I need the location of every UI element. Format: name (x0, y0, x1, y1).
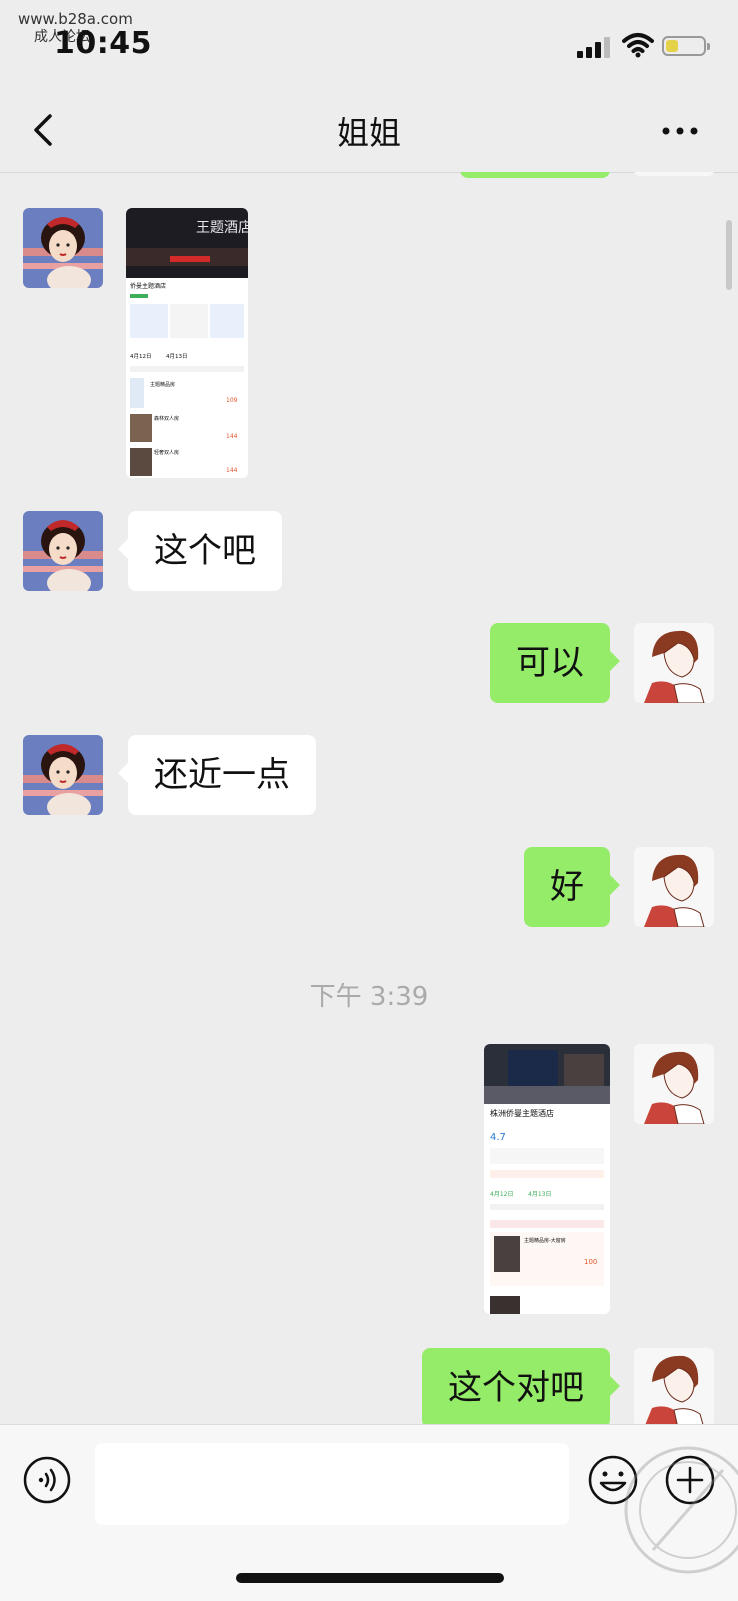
date-to-small: 4月13日 (166, 353, 188, 360)
price1-small: 109 (226, 397, 238, 404)
battery-fill (666, 40, 678, 52)
room2-small: 森林双人房 (154, 415, 179, 422)
message-bubble-outgoing[interactable]: 这个对吧 (422, 1348, 620, 1424)
message-row: 好 (0, 847, 738, 927)
message-row: 株洲侨曼主题酒店 4.7 4月12日 4月13日 主题精品房-大窗房 100 (0, 1044, 738, 1314)
avatar-sister[interactable] (23, 208, 103, 288)
message-row: 这个对吧 (0, 1348, 738, 1424)
room1-small: 主题精品房-大窗房 (524, 1237, 566, 1244)
nav-bar: 姐姐 (0, 90, 738, 173)
avatar-me[interactable] (634, 1348, 714, 1424)
message-row: 王题酒店 侨曼主题酒店 4月12日 4月13日 主题精品房 109 森林双人房 … (0, 208, 738, 478)
status-time: 10:45 (54, 26, 152, 61)
message-row: 还近一点 (0, 735, 738, 815)
room1-small: 主题精品房 (150, 381, 175, 388)
avatar-me[interactable] (634, 1044, 714, 1124)
hotel-image-message[interactable]: 王题酒店 侨曼主题酒店 4月12日 4月13日 主题精品房 109 森林双人房 … (126, 208, 248, 478)
avatar-me[interactable] (634, 847, 714, 927)
message-input[interactable] (95, 1443, 569, 1525)
chat-title: 姐姐 (336, 114, 401, 152)
previous-bubble-partial (460, 172, 610, 178)
message-bubble-incoming[interactable]: 还近一点 (118, 735, 316, 815)
message-list[interactable]: 王题酒店 侨曼主题酒店 4月12日 4月13日 主题精品房 109 森林双人房 … (0, 172, 738, 1424)
battery-icon (662, 36, 710, 56)
hotel-name-small: 侨曼主题酒店 (130, 282, 166, 290)
rating-small: 4.7 (490, 1132, 506, 1143)
message-row: 可以 (0, 623, 738, 703)
room3-small: 轻奢双人房 (154, 449, 179, 456)
status-bar: www.b28a.com 成人论坛 10:45 (0, 0, 738, 90)
time-divider: 下午 3:39 (309, 982, 429, 1012)
avatar-sister[interactable] (23, 735, 103, 815)
wifi-icon (622, 33, 654, 58)
voice-icon[interactable] (22, 1455, 72, 1505)
hotel-sign-text: 王题酒店 (196, 220, 248, 236)
message-bubble-incoming[interactable]: 这个吧 (118, 511, 282, 591)
date-to-small: 4月13日 (528, 1191, 551, 1198)
price3-small: 144 (226, 467, 238, 474)
hotel-image-message[interactable]: 株洲侨曼主题酒店 4.7 4月12日 4月13日 主题精品房-大窗房 100 (484, 1044, 610, 1314)
price2-small: 144 (226, 433, 238, 440)
price1-small: 100 (584, 1258, 597, 1266)
date-from-small: 4月12日 (490, 1191, 513, 1198)
more-dots-icon[interactable] (660, 116, 700, 146)
avatar-me[interactable] (634, 623, 714, 703)
hotel-name-small: 株洲侨曼主题酒店 (490, 1108, 554, 1118)
watermark-stamp-icon (624, 1446, 738, 1574)
scrollbar[interactable] (726, 220, 732, 290)
message-bubble-outgoing[interactable]: 可以 (490, 623, 620, 703)
avatar-sister[interactable] (23, 511, 103, 591)
message-row: 这个吧 (0, 511, 738, 591)
signal-icon (577, 36, 613, 58)
date-from-small: 4月12日 (130, 353, 152, 360)
message-bubble-outgoing[interactable]: 好 (524, 847, 620, 927)
home-indicator (236, 1573, 504, 1583)
previous-avatar-partial (634, 172, 714, 176)
